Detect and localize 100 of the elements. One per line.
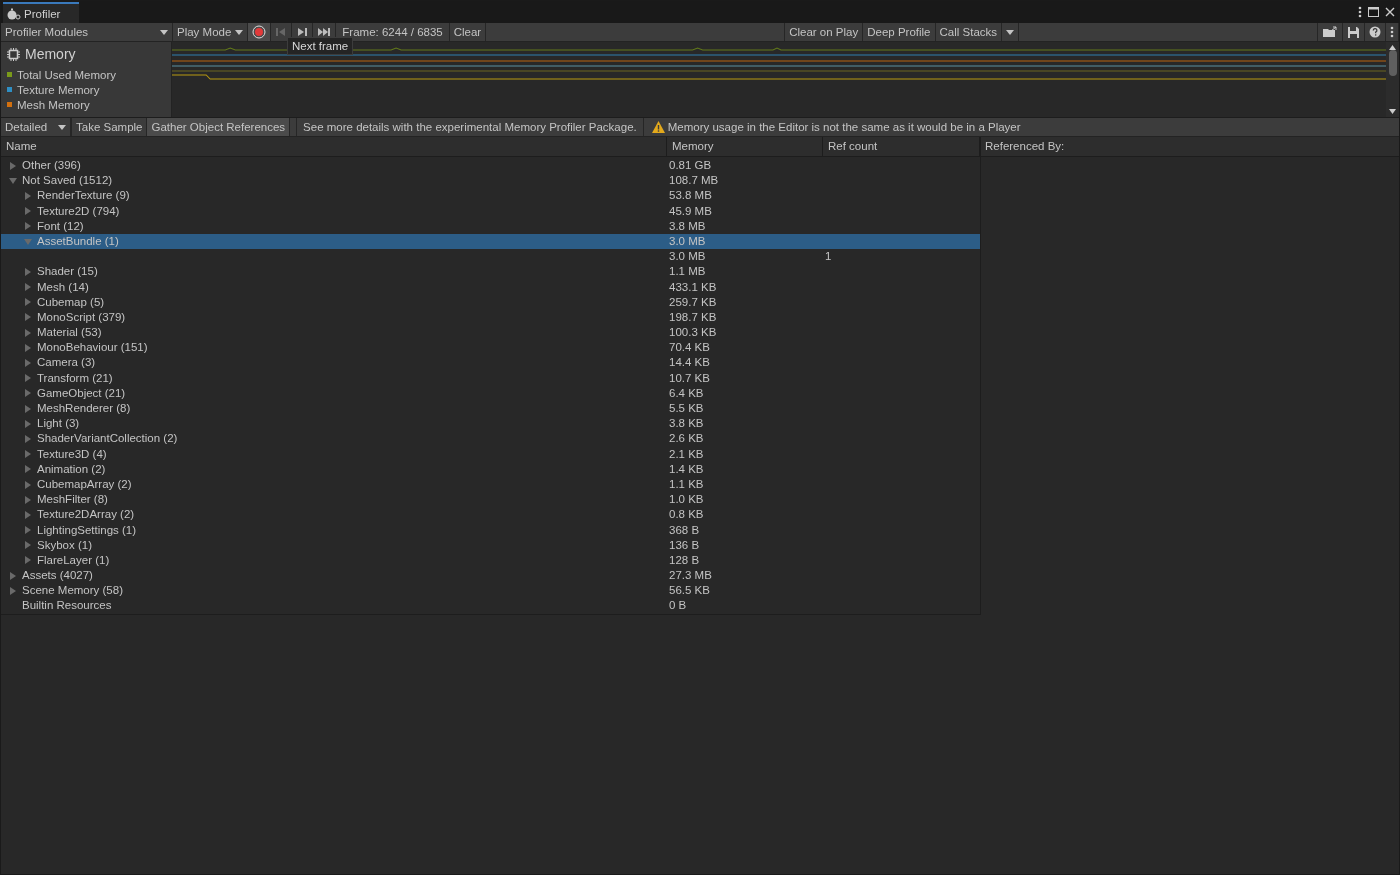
more-icon[interactable]	[1358, 6, 1362, 18]
table-row[interactable]: Font (12) 3.8 MB	[1, 218, 980, 234]
profiler-tab[interactable]: Profiler	[3, 2, 79, 23]
collapsed-arrow-icon[interactable]	[24, 480, 32, 489]
table-row[interactable]: Camera (3) 14.4 KB	[1, 355, 980, 371]
collapsed-arrow-icon[interactable]	[24, 222, 32, 231]
collapsed-arrow-icon[interactable]	[24, 298, 32, 307]
collapsed-arrow-icon[interactable]	[24, 313, 32, 322]
column-header[interactable]: Name	[1, 137, 667, 156]
collapsed-arrow-icon[interactable]	[24, 267, 32, 276]
name-cell-text: GameObject (21)	[36, 385, 126, 401]
caret-icon	[1006, 29, 1015, 35]
name-cell-text: Texture2D (794)	[36, 203, 120, 219]
collapsed-arrow-icon[interactable]	[24, 207, 32, 216]
table-row[interactable]: RenderTexture (9) 53.8 MB	[1, 188, 980, 204]
table-row[interactable]: MonoBehaviour (151) 70.4 KB	[1, 340, 980, 356]
name-cell-text: Animation (2)	[36, 461, 106, 477]
take-sample-button[interactable]: Take Sample	[71, 118, 148, 136]
collapsed-arrow-icon[interactable]	[24, 419, 32, 428]
table-row[interactable]: Texture3D (4) 2.1 KB	[1, 446, 980, 462]
memory-cell-text: 108.7 MB	[668, 174, 719, 187]
table-row[interactable]: Light (3) 3.8 KB	[1, 416, 980, 432]
collapsed-arrow-icon[interactable]	[24, 343, 32, 352]
expanded-arrow-icon[interactable]	[9, 176, 17, 185]
memory-cell-text: 6.4 KB	[668, 386, 704, 399]
memory-cell-text: 10.7 KB	[668, 371, 710, 384]
table-row[interactable]: Mesh (14) 433.1 KB	[1, 279, 980, 295]
name-cell-text: Camera (3)	[36, 355, 96, 371]
collapsed-arrow-icon[interactable]	[24, 465, 32, 474]
table-row[interactable]: Not Saved (1512) 108.7 MB	[1, 173, 980, 189]
memory-cell-text: 2.1 KB	[668, 447, 704, 460]
table-row[interactable]: Material (53) 100.3 KB	[1, 325, 980, 341]
table-row[interactable]: MonoScript (379) 198.7 KB	[1, 309, 980, 326]
record-button[interactable]	[248, 23, 272, 41]
collapsed-arrow-icon[interactable]	[24, 556, 32, 565]
maximize-icon[interactable]	[1368, 7, 1379, 17]
name-cell-text: Light (3)	[36, 416, 80, 432]
scroll-down-icon[interactable]	[1389, 109, 1396, 114]
gather-references-toggle[interactable]: Gather Object References	[147, 118, 291, 136]
collapsed-arrow-icon[interactable]	[24, 495, 32, 504]
table-row[interactable]: GameObject (21) 6.4 KB	[1, 385, 980, 401]
collapsed-arrow-icon[interactable]	[24, 404, 32, 413]
collapsed-arrow-icon[interactable]	[24, 374, 32, 383]
caret-icon	[160, 29, 168, 35]
collapsed-arrow-icon[interactable]	[24, 191, 32, 200]
table-row[interactable]: Texture2DArray (2) 0.8 KB	[1, 507, 980, 523]
table-row[interactable]: Scene Memory (58) 56.5 KB	[1, 583, 980, 599]
table-row[interactable]: ShaderVariantCollection (2) 2.6 KB	[1, 431, 980, 447]
memory-cell-text: 3.0 MB	[668, 250, 706, 263]
name-cell-text: Assets (4027)	[21, 568, 93, 584]
name-cell-text: AssetBundle (1)	[36, 233, 119, 249]
table-row[interactable]: 3.0 MB 1	[1, 249, 980, 265]
collapsed-arrow-icon[interactable]	[24, 526, 32, 535]
caret-icon	[58, 124, 66, 130]
close-icon[interactable]	[1385, 7, 1395, 17]
name-cell-text: Scene Memory (58)	[21, 583, 123, 599]
table-row[interactable]: MeshFilter (8) 1.0 KB	[1, 492, 980, 508]
scrollbar-thumb[interactable]	[1388, 50, 1397, 76]
collapsed-arrow-icon[interactable]	[9, 161, 17, 170]
collapsed-arrow-icon[interactable]	[24, 541, 32, 550]
memory-cell-text: 53.8 MB	[668, 189, 712, 202]
column-header[interactable]: Memory	[667, 137, 823, 156]
table-row[interactable]: MeshRenderer (8) 5.5 KB	[1, 401, 980, 417]
collapsed-arrow-icon[interactable]	[9, 571, 17, 580]
module-title: Memory	[25, 46, 76, 62]
table-row[interactable]: AssetBundle (1) 3.0 MB	[1, 233, 980, 250]
table-row[interactable]: Cubemap (5) 259.7 KB	[1, 294, 980, 310]
collapsed-arrow-icon[interactable]	[24, 283, 32, 292]
table-row[interactable]: Animation (2) 1.4 KB	[1, 461, 980, 477]
name-cell-text: MeshRenderer (8)	[36, 401, 131, 416]
collapsed-arrow-icon[interactable]	[24, 450, 32, 459]
caret-icon	[235, 29, 244, 35]
table-row[interactable]: FlareLayer (1) 128 B	[1, 552, 980, 569]
table-row[interactable]: Transform (21) 10.7 KB	[1, 370, 980, 386]
scrollbar[interactable]	[1386, 42, 1399, 117]
collapsed-arrow-icon[interactable]	[9, 586, 17, 595]
table-row[interactable]: Skybox (1) 136 B	[1, 537, 980, 553]
last-frame-icon	[317, 27, 332, 37]
table-row[interactable]: CubemapArray (2) 1.1 KB	[1, 476, 980, 493]
clear-on-play-button[interactable]: Clear on Play	[784, 23, 864, 41]
collapsed-arrow-icon[interactable]	[24, 434, 32, 443]
table-row[interactable]: Builtin Resources 0 B	[1, 598, 980, 614]
load-button[interactable]	[1317, 23, 1343, 41]
table-row[interactable]: LightingSettings (1) 368 B	[1, 522, 980, 538]
collapsed-arrow-icon[interactable]	[24, 510, 32, 519]
more-icon	[1390, 26, 1394, 38]
column-header[interactable]: Ref count	[823, 137, 980, 156]
collapsed-arrow-icon[interactable]	[24, 389, 32, 398]
table-row[interactable]: Texture2D (794) 45.9 MB	[1, 203, 980, 219]
table-row[interactable]: Assets (4027) 27.3 MB	[1, 568, 980, 584]
name-cell-text: Builtin Resources	[21, 598, 112, 614]
collapsed-arrow-icon[interactable]	[24, 328, 32, 337]
name-cell-text: MonoBehaviour (151)	[36, 340, 148, 356]
collapsed-arrow-icon[interactable]	[24, 359, 32, 368]
memory-cell-text: 70.4 KB	[668, 341, 710, 354]
table-row[interactable]: Shader (15) 1.1 MB	[1, 264, 980, 280]
memory-cell-text: 0.81 GB	[668, 159, 712, 171]
help-icon	[1369, 26, 1381, 38]
table-row[interactable]: Other (396) 0.81 GB	[1, 158, 980, 174]
name-cell-text: Transform (21)	[36, 370, 113, 386]
